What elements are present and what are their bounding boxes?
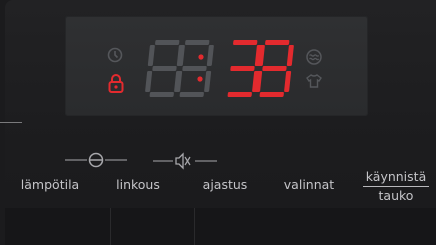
minute-digit-1-segment-g <box>230 66 255 71</box>
button-start-pause[interactable]: käynnistä tauko <box>363 168 429 204</box>
start-label: käynnistä <box>365 169 427 184</box>
button-separator <box>110 208 111 245</box>
button-timer[interactable]: ajastus <box>203 177 248 192</box>
colon-dot-top <box>198 54 204 60</box>
hour-digit-2-segment-g <box>182 66 207 71</box>
hour-digit-2-segment-a <box>185 40 210 45</box>
button-temperature[interactable]: lämpötila <box>21 177 79 192</box>
time-readout <box>145 40 294 97</box>
colon-dot-bottom <box>197 76 203 82</box>
minute-digit-2-segment-d <box>259 92 284 97</box>
panel-edge-line <box>0 122 22 123</box>
speaker-mute-icon <box>153 152 217 170</box>
minute-digit-2-segment-b <box>286 45 294 66</box>
hour-digit-1-segment-a <box>155 40 180 45</box>
minute-digit-1-segment-a <box>233 40 258 45</box>
button-spin[interactable]: linkous <box>116 177 160 192</box>
lcd-display <box>65 16 368 116</box>
panel-bottom-strip <box>5 208 436 245</box>
button-separator <box>194 208 195 245</box>
button-options[interactable]: valinnat <box>284 177 334 192</box>
rinse-icon <box>306 49 322 65</box>
hour-digit-1-segment-f <box>147 45 155 66</box>
shirt-icon <box>306 74 322 88</box>
minute-digit-1-segment-d <box>227 92 252 97</box>
hour-digit-2-segment-d <box>179 92 204 97</box>
hour-digit-1-segment-g <box>152 66 177 71</box>
hour-digit-1-segment-e <box>145 71 153 92</box>
spin-drum-icon <box>65 152 127 168</box>
hour-digit-2-segment-b <box>206 45 214 66</box>
minute-digit-2-segment-c <box>284 71 292 92</box>
minute-digit-2-segment-g <box>262 66 287 71</box>
hour-digit-1-segment-d <box>149 92 174 97</box>
pause-label: tauko <box>378 188 414 203</box>
minute-digit-2-segment-a <box>265 40 290 45</box>
hour-digit-2-segment-c <box>204 71 212 92</box>
